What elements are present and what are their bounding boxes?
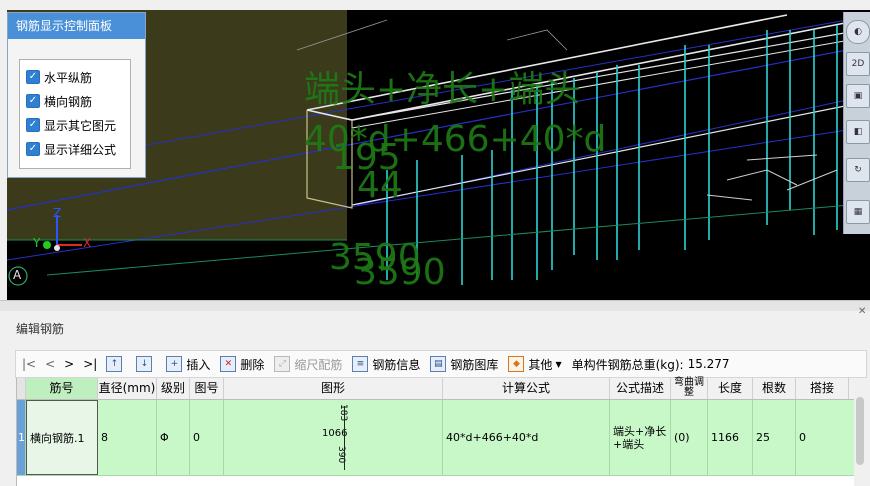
checkbox-checked-icon[interactable]: ✓ [26,118,40,132]
close-icon[interactable]: ✕ [858,306,866,317]
edit-rebar-toolbar: |< < > >| ↑ ↓ + 插入 ✕ 删除 ⤢ 缩尺配筋 ≡ 钢筋信息 ▤ 钢筋图库 … [15,350,867,378]
cell-bend-adjust[interactable]: (0) [671,400,708,475]
col-length[interactable]: 长度 [708,378,753,399]
rotate-icon[interactable]: ↻ [846,158,870,182]
nav-first-button[interactable]: |< [22,357,36,371]
row-index[interactable]: 1 [17,400,26,475]
z-axis-label: Z [53,206,62,220]
col-fig-no[interactable]: 图号 [190,378,224,399]
checkbox-checked-icon[interactable]: ✓ [26,70,40,84]
nav-prev-button[interactable]: < [45,357,55,371]
edit-rebar-panel-title: 编辑钢筋 [16,322,65,336]
option-show-other-elements[interactable]: ✓ 显示其它图元 [26,116,116,134]
control-panel-options: ✓ 水平纵筋 ✓ 横向钢筋 ✓ 显示其它图元 ✓ 显示详细公式 [19,59,131,169]
overlay-formula-desc: 端头+净长+端头 [304,69,581,110]
grid-view-icon[interactable]: ▦ [846,200,870,224]
col-shape[interactable]: 图形 [224,378,443,399]
cell-length[interactable]: 1166 [708,400,753,475]
table-header: 筋号 直径(mm) 级别 图号 图形 计算公式 公式描述 弯曲调整 长度 根数 … [17,378,855,400]
col-formula[interactable]: 计算公式 [443,378,610,399]
table-row[interactable]: 1 横向钢筋.1 8 Φ 0 1066 183 390 40*d+466+40*… [17,400,855,476]
y-axis-dot [43,241,51,249]
chevron-down-icon: ▼ [555,359,562,369]
cube-view-icon[interactable]: ▣ [846,84,870,108]
rebar-library-button[interactable]: ▤ 钢筋图库 [430,356,498,373]
option-label: 显示详细公式 [44,142,117,157]
col-count[interactable]: 根数 [753,378,796,399]
overlay-dim-3590-b: 3590 [354,252,446,293]
option-label: 横向钢筋 [44,94,93,109]
panel-splitter[interactable] [0,300,870,311]
cell-diameter[interactable]: 8 [98,400,157,475]
total-weight-value: 15.277 [687,357,730,371]
shape-line [344,406,345,470]
col-lap[interactable]: 搭接 [796,378,849,399]
cell-grade[interactable]: Φ [157,400,190,475]
nav-last-button[interactable]: >| [83,357,97,371]
total-weight-label: 单构件钢筋总重(kg): [571,357,684,372]
control-panel-title: 钢筋显示控制面板 [8,13,145,39]
scale-rebar-icon: ⤢ [274,356,291,372]
cell-formula[interactable]: 40*d+466+40*d [443,400,610,475]
col-grade[interactable]: 级别 [157,378,190,399]
delete-label: 删除 [240,357,265,372]
move-down-button[interactable]: ↓ [136,356,156,372]
rebar-info-label: 钢筋信息 [372,357,421,372]
move-up-icon: ↑ [106,356,123,372]
cell-description[interactable]: 端头+净长+端头 [610,400,671,475]
document-icon: ≡ [352,356,369,372]
cell-bar-no[interactable]: 横向钢筋.1 [26,400,98,475]
scale-rebar-label: 缩尺配筋 [294,357,343,372]
total-weight: 单构件钢筋总重(kg): 15.277 [572,356,730,373]
view-2d-button[interactable]: 2D [846,52,870,76]
insert-button[interactable]: + 插入 [166,356,210,373]
option-transverse-rebar[interactable]: ✓ 横向钢筋 [26,92,92,110]
move-up-button[interactable]: ↑ [106,356,126,372]
other-icon: ◆ [508,356,525,372]
scale-rebar-button[interactable]: ⤢ 缩尺配筋 [274,356,342,373]
cube-solid-icon[interactable]: ◧ [846,120,870,144]
option-label: 显示其它图元 [44,118,117,133]
insert-label: 插入 [186,357,211,372]
delete-icon: ✕ [220,356,237,372]
cell-shape[interactable]: 1066 183 390 [224,400,443,475]
scrollbar-thumb[interactable] [856,397,864,465]
row-header-corner [17,378,26,399]
table-vertical-scrollbar[interactable] [854,394,866,486]
rebar-library-label: 钢筋图库 [450,357,499,372]
move-down-icon: ↓ [136,356,153,372]
col-description[interactable]: 公式描述 [610,378,671,399]
rebar-display-control-panel: 钢筋显示控制面板 ✓ 水平纵筋 ✓ 横向钢筋 ✓ 显示其它图元 ✓ 显示详细公式 [7,12,146,178]
shape-dim-top: 183 [338,404,348,422]
col-diameter[interactable]: 直径(mm) [98,378,157,399]
view-toolbar: ◐ 2D ▣ ◧ ↻ ▦ [843,12,870,234]
rebar-info-button[interactable]: ≡ 钢筋信息 [352,356,420,373]
overlay-dim-44: 44 [357,165,403,206]
col-bend-adjust[interactable]: 弯曲调整 [671,378,708,399]
nav-next-button[interactable]: > [64,357,74,371]
y-axis-label: Y [33,236,41,250]
x-axis-label: X [83,236,92,250]
other-label: 其他 [528,357,553,372]
checkbox-checked-icon[interactable]: ✓ [26,94,40,108]
other-menu-button[interactable]: ◆ 其他 ▼ [508,356,562,373]
cell-count[interactable]: 25 [753,400,796,475]
delete-button[interactable]: ✕ 删除 [220,356,264,373]
orbit-sphere-icon[interactable]: ◐ [846,20,870,44]
corner-badge[interactable]: A [13,268,21,282]
insert-icon: + [166,356,183,372]
option-show-detailed-formula[interactable]: ✓ 显示详细公式 [26,140,116,158]
view-2d-label: 2D [851,59,865,69]
option-horizontal-longitudinal[interactable]: ✓ 水平纵筋 [26,68,92,86]
rebar-table: 筋号 直径(mm) 级别 图号 图形 计算公式 公式描述 弯曲调整 长度 根数 … [16,378,855,486]
cell-fig-no[interactable]: 0 [190,400,224,475]
cell-lap[interactable]: 0 [796,400,855,475]
library-icon: ▤ [430,356,447,372]
col-bar-no[interactable]: 筋号 [26,378,98,399]
option-label: 水平纵筋 [44,70,93,85]
checkbox-checked-icon[interactable]: ✓ [26,142,40,156]
